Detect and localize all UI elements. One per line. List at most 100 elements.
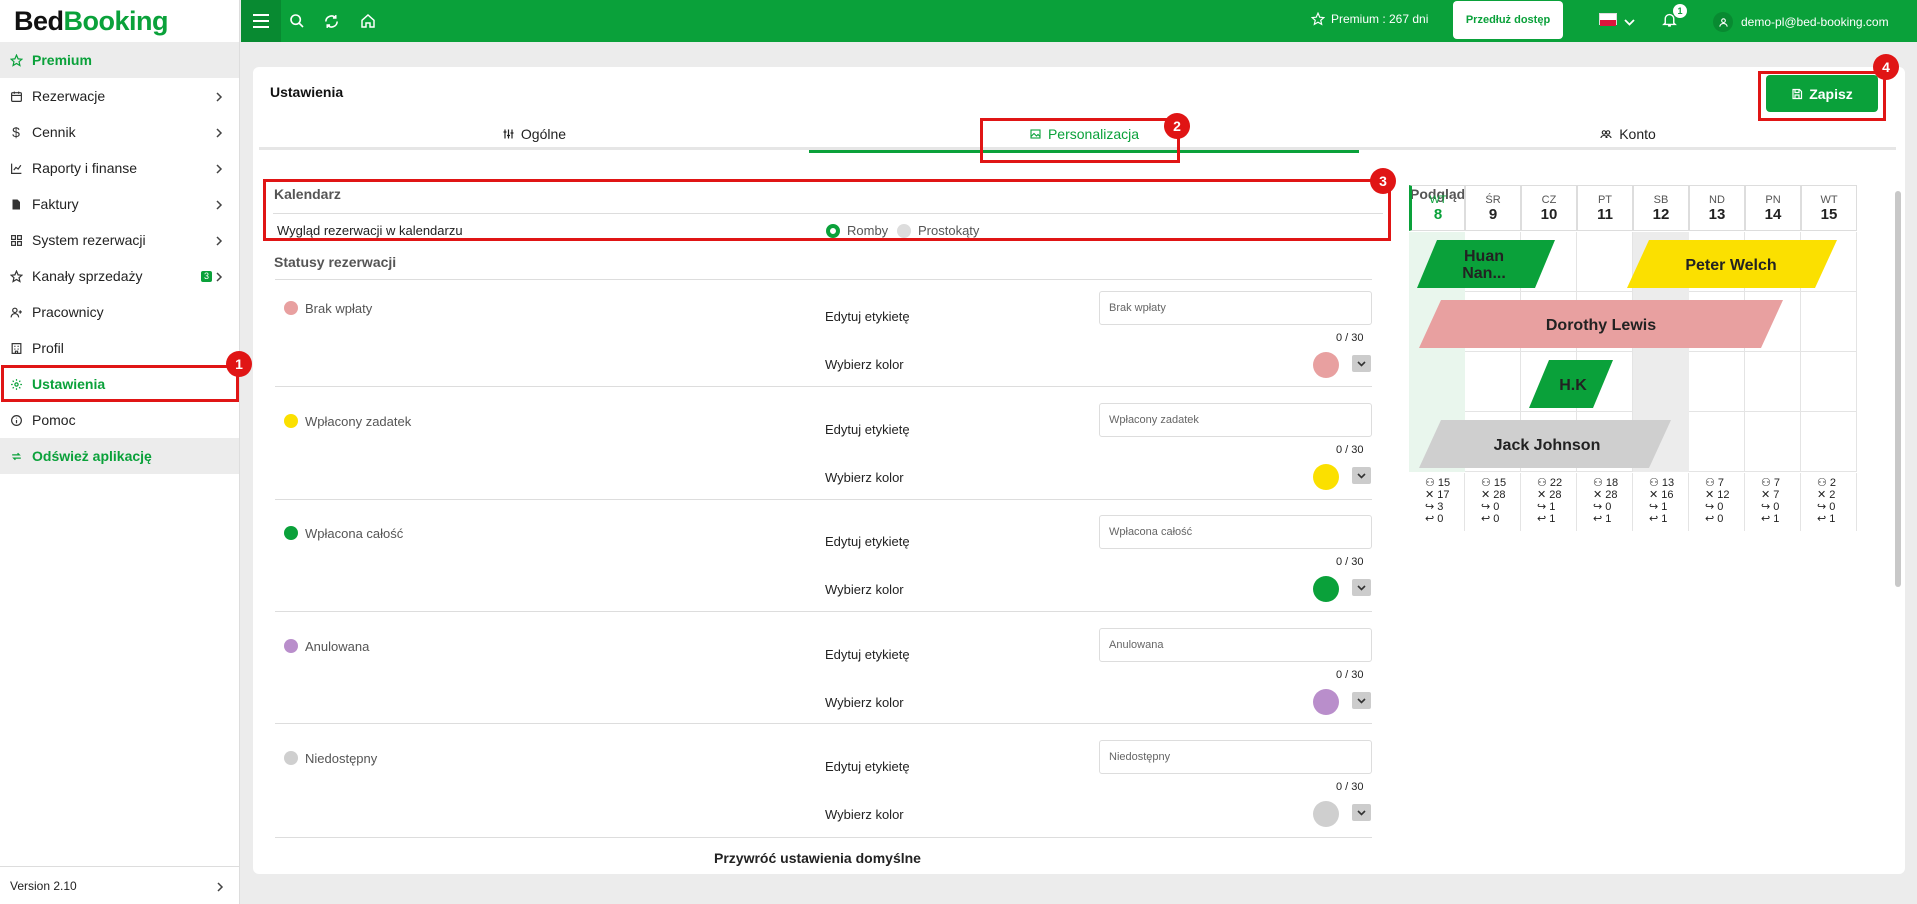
tab-label: Personalizacja <box>1047 125 1140 142</box>
info-icon <box>9 413 23 427</box>
notifications-badge: 1 <box>1673 4 1687 18</box>
choose-color-text: Wybierz kolor <box>825 357 904 372</box>
radio-prostokaty[interactable] <box>897 224 911 238</box>
char-counter: 0 / 30 <box>1336 781 1364 793</box>
status-label-input[interactable]: Anulowana <box>1099 628 1372 662</box>
chevron-down-icon <box>1357 360 1366 367</box>
char-counter: 0 / 30 <box>1336 332 1364 344</box>
status-label-input[interactable]: Wpłacona całość <box>1099 515 1372 549</box>
sidebar-item-pracownicy[interactable]: Pracownicy <box>0 294 239 330</box>
reservation-label: Peter Welch <box>1685 256 1777 274</box>
choose-color-text: Wybierz kolor <box>825 807 904 822</box>
color-dropdown-button[interactable] <box>1352 355 1371 372</box>
sidebar-item-premium[interactable]: Premium <box>0 42 239 78</box>
tag-icon <box>9 269 23 283</box>
scrollbar[interactable] <box>1894 179 1902 871</box>
sidebar-item-refresh[interactable]: Odśwież aplikację <box>0 438 239 474</box>
color-swatch[interactable] <box>1313 689 1339 715</box>
annotation-badge-3: 3 <box>1370 168 1396 194</box>
sidebar-item-faktury[interactable]: Faktury <box>0 186 239 222</box>
status-label-input[interactable]: Brak wpłaty <box>1099 291 1372 325</box>
color-swatch[interactable] <box>1313 576 1339 602</box>
color-dropdown-button[interactable] <box>1352 467 1371 484</box>
sync-button[interactable] <box>321 11 341 31</box>
logo-part-booking: Booking <box>63 5 169 36</box>
sync-icon <box>324 14 338 28</box>
status-label-input[interactable]: Niedostępny <box>1099 740 1372 774</box>
tab-personalizacja[interactable]: Personalizacja <box>809 117 1359 153</box>
day-stats: ⚇ 22 ✕ 28 ↪ 1 ↩ 1 <box>1537 477 1563 525</box>
sliders-icon <box>503 129 514 138</box>
calendar-section-title: Kalendarz <box>274 186 341 202</box>
day-stats: ⚇ 18 ✕ 28 ↪ 0 ↩ 1 <box>1593 477 1619 525</box>
sidebar-item-rezerwacje[interactable]: Rezerwacje <box>0 78 239 114</box>
sidebar-item-label: Ustawienia <box>32 376 106 392</box>
color-swatch[interactable] <box>1313 464 1339 490</box>
color-swatch[interactable] <box>1313 352 1339 378</box>
sidebar: Bed Booking Premium Rezerwacje $ Cennik R… <box>0 0 240 904</box>
sidebar-item-system[interactable]: System rezerwacji <box>0 222 239 258</box>
user-menu[interactable]: demo-pl@bed-booking.com <box>1713 12 1889 32</box>
premium-days-text: Premium : 267 dni <box>1331 12 1429 26</box>
invoice-icon <box>9 197 23 211</box>
status-name: Wpłacona całość <box>305 526 404 541</box>
radio-prostokaty-label[interactable]: Prostokąty <box>918 223 979 238</box>
preview-day: CZ 10 <box>1521 185 1577 231</box>
preview-day: ND 13 <box>1689 185 1745 231</box>
menu-toggle-button[interactable] <box>241 0 281 42</box>
sidebar-item-label: Premium <box>32 52 92 68</box>
divider <box>275 499 1372 500</box>
scrollbar-thumb[interactable] <box>1895 191 1901 587</box>
home-button[interactable] <box>358 11 378 31</box>
chart-icon <box>9 161 23 175</box>
status-name: Brak wpłaty <box>305 301 373 316</box>
calendar-preview: WT 8 ŚR 9 CZ 10 PT 11 SB 12 ND 13 PN 14 WT 15 Hu… <box>1409 185 1859 535</box>
char-counter: 0 / 30 <box>1336 669 1364 681</box>
search-button[interactable] <box>287 11 307 31</box>
chevron-down-icon[interactable] <box>1624 14 1635 32</box>
divider <box>275 386 1372 387</box>
tab-ogolne[interactable]: Ogólne <box>259 117 809 150</box>
star-outline-icon <box>1311 12 1325 26</box>
color-swatch[interactable] <box>1313 801 1339 827</box>
color-dropdown-button[interactable] <box>1352 579 1371 596</box>
reservation-label: H.K <box>1559 376 1587 394</box>
sidebar-item-profil[interactable]: Profil <box>0 330 239 366</box>
radio-romby-label[interactable]: Romby <box>847 223 888 238</box>
sidebar-item-cennik[interactable]: $ Cennik <box>0 114 239 150</box>
save-icon <box>1792 88 1803 99</box>
user-email: demo-pl@bed-booking.com <box>1741 15 1889 29</box>
sidebar-item-label: Odśwież aplikację <box>32 448 152 464</box>
extend-access-button[interactable]: Przedłuż dostęp <box>1453 1 1563 39</box>
reservation-label: Dorothy Lewis <box>1545 316 1657 334</box>
sidebar-item-label: Raporty i finanse <box>32 160 138 176</box>
radio-romby[interactable] <box>826 224 840 238</box>
chevron-right-icon <box>215 125 223 138</box>
char-counter: 0 / 30 <box>1336 444 1364 456</box>
chevron-down-icon <box>1357 584 1366 591</box>
grid-icon <box>9 233 23 247</box>
sidebar-item-label: Faktury <box>32 196 79 212</box>
sidebar-item-label: Pracownicy <box>32 304 104 320</box>
sidebar-item-kanaly[interactable]: Kanały sprzedaży 3 <box>0 258 239 294</box>
sidebar-item-ustawienia[interactable]: Ustawienia <box>0 366 239 402</box>
color-dropdown-button[interactable] <box>1352 692 1371 709</box>
sidebar-item-raporty[interactable]: Raporty i finanse <box>0 150 239 186</box>
status-label-input[interactable]: Wpłacony zadatek <box>1099 403 1372 437</box>
sidebar-item-pomoc[interactable]: Pomoc <box>0 402 239 438</box>
day-stats: ⚇ 13 ✕ 16 ↪ 1 ↩ 1 <box>1649 477 1675 525</box>
choose-color-text: Wybierz kolor <box>825 470 904 485</box>
version-bar[interactable]: Version 2.10 <box>0 866 240 904</box>
sidebar-item-label: Rezerwacje <box>32 88 106 104</box>
save-button-label: Zapisz <box>1809 85 1853 102</box>
tab-label: Ogólne <box>520 125 567 142</box>
tab-konto[interactable]: Konto <box>1359 117 1896 150</box>
restore-defaults-button[interactable]: Przywróć ustawienia domyślne <box>714 850 921 866</box>
reservation-label: Huan Nan... <box>1462 248 1506 282</box>
color-dropdown-button[interactable] <box>1352 804 1371 821</box>
language-flag-icon[interactable] <box>1599 13 1617 26</box>
topbar: Premium : 267 dni Przedłuż dostęp 1 demo… <box>241 0 1917 42</box>
building-icon <box>9 341 23 355</box>
save-button[interactable]: Zapisz <box>1766 75 1878 112</box>
sidebar-item-label: Pomoc <box>32 412 76 428</box>
